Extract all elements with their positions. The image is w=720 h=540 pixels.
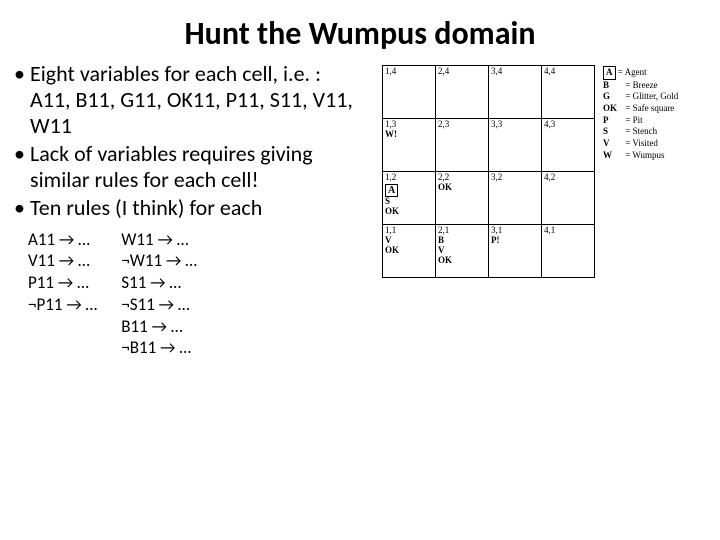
bullets: •Eight variables for each cell, i.e. : A… xyxy=(14,61,364,221)
wumpus-grid: 1,42,43,44,4 1,3W!2,33,34,3 1,2ASOK2,2OK3,… xyxy=(382,65,595,278)
legend-row: G = Glitter, Gold xyxy=(603,91,678,103)
legend-row: W = Wumpus xyxy=(603,150,678,162)
grid-cell: 4,3 xyxy=(542,119,595,172)
legend-row: P = Pit xyxy=(603,115,678,127)
bullet-2: •Lack of variables requires giving simil… xyxy=(14,141,364,193)
bullet-3: •Ten rules (I think) for each xyxy=(14,195,364,221)
grid-cell: 1,1VOK xyxy=(383,225,436,278)
grid-cell: 3,2 xyxy=(489,172,542,225)
grid-cell: 4,2 xyxy=(542,172,595,225)
rule-item: S11 → … xyxy=(121,272,197,294)
rule-item: ¬P11 → … xyxy=(28,294,97,316)
bullet-1: •Eight variables for each cell, i.e. : A… xyxy=(14,61,364,139)
grid-cell: 2,3 xyxy=(436,119,489,172)
rule-item: B11 → … xyxy=(121,316,197,338)
grid-cell: 4,4 xyxy=(542,66,595,119)
legend: A = AgentB = BreezeG = Glitter, GoldOK =… xyxy=(603,65,678,162)
rule-item: W11 → … xyxy=(121,229,197,251)
legend-row: A = Agent xyxy=(603,65,678,80)
legend-row: OK = Safe square xyxy=(603,103,678,115)
legend-row: S = Stench xyxy=(603,126,678,138)
legend-row: B = Breeze xyxy=(603,80,678,92)
grid-cell: 2,2OK xyxy=(436,172,489,225)
wumpus-figure: 1,42,43,44,4 1,3W!2,33,34,3 1,2ASOK2,2OK3,… xyxy=(382,65,678,278)
grid-cell: 1,4 xyxy=(383,66,436,119)
grid-cell: 2,1BVOK xyxy=(436,225,489,278)
bullet-text: Ten rules (I think) for each xyxy=(30,195,262,221)
grid-cell: 3,4 xyxy=(489,66,542,119)
rule-item: P11 → … xyxy=(28,272,97,294)
rule-item: A11 → … xyxy=(28,229,97,251)
rule-item: ¬S11 → … xyxy=(121,294,197,316)
bullet-text: Lack of variables requires giving simila… xyxy=(30,141,364,193)
rules: A11 → … V11 → … P11 → … ¬P11 → … W11 → …… xyxy=(14,229,364,360)
slide-title: Hunt the Wumpus domain xyxy=(0,0,720,61)
rules-col-2: W11 → … ¬W11 → … S11 → … ¬S11 → … B11 → … xyxy=(121,229,197,360)
right-column: 1,42,43,44,4 1,3W!2,33,34,3 1,2ASOK2,2OK3,… xyxy=(364,61,678,359)
left-column: •Eight variables for each cell, i.e. : A… xyxy=(14,61,364,359)
bullet-text: Eight variables for each cell, i.e. : A1… xyxy=(30,61,364,139)
grid-cell: 1,3W! xyxy=(383,119,436,172)
rule-item: ¬W11 → … xyxy=(121,250,197,272)
grid-cell: 1,2ASOK xyxy=(383,172,436,225)
grid-cell: 3,1P! xyxy=(489,225,542,278)
rules-col-1: A11 → … V11 → … P11 → … ¬P11 → … xyxy=(28,229,97,360)
grid-cell: 2,4 xyxy=(436,66,489,119)
rule-item: V11 → … xyxy=(28,250,97,272)
rule-item: ¬B11 → … xyxy=(121,337,197,359)
grid-cell: 3,3 xyxy=(489,119,542,172)
content: •Eight variables for each cell, i.e. : A… xyxy=(0,61,720,359)
legend-row: V = Visited xyxy=(603,138,678,150)
grid-cell: 4,1 xyxy=(542,225,595,278)
